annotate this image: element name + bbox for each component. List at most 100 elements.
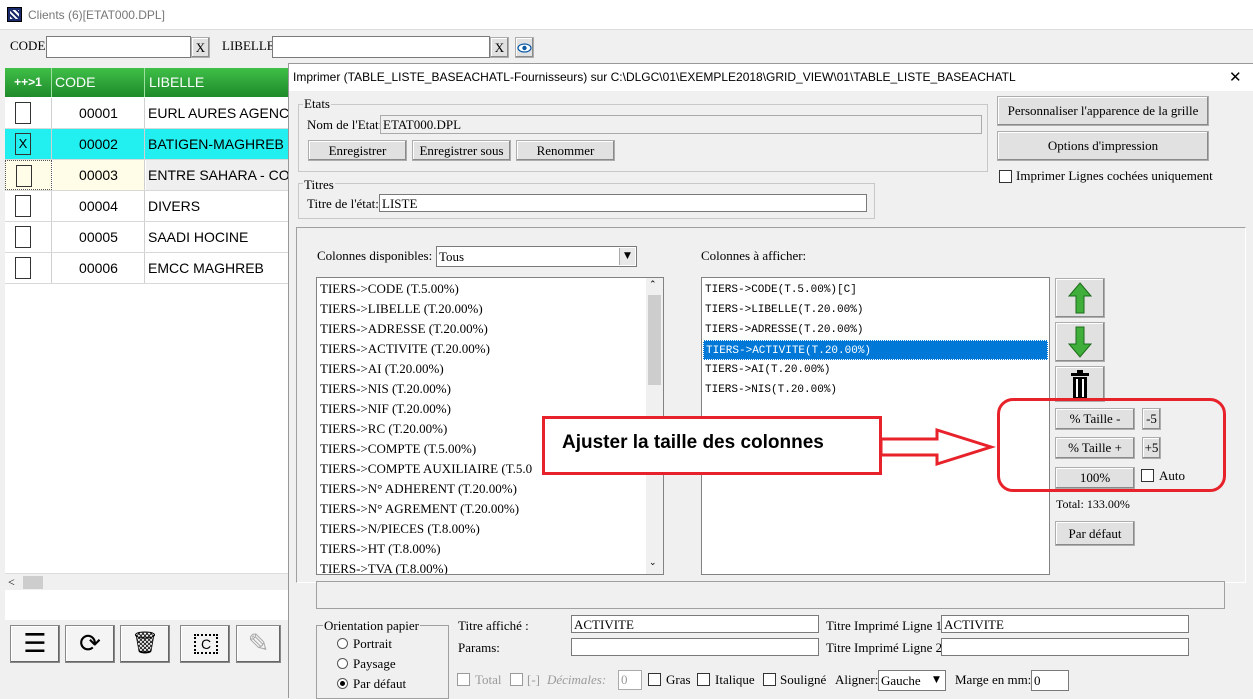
row-checkbox[interactable]	[15, 257, 31, 279]
total-checkbox[interactable]	[457, 673, 470, 686]
row-checkbox[interactable]	[15, 226, 31, 248]
table-row[interactable]: 00004 DIVERS	[5, 191, 290, 222]
chevron-down-icon[interactable]: ▼	[929, 672, 944, 689]
list-item[interactable]: TIERS->N/PIECES (T.8.00%)	[320, 519, 480, 539]
list-item[interactable]: TIERS->LIBELLE(T.20.00%)	[705, 300, 863, 320]
row-libelle: EMCC MAGHREB	[148, 260, 264, 276]
list-item[interactable]: TIERS->ADRESSE (T.20.00%)	[320, 319, 488, 339]
list-item[interactable]: TIERS->CODE (T.5.00%)	[320, 279, 459, 299]
grid-header-code[interactable]: CODE	[53, 68, 145, 97]
print-options-button[interactable]: Options d'impression	[997, 131, 1209, 161]
marge-label: Marge en mm:	[955, 672, 1032, 687]
nom-etat-label: Nom de l'Etat:	[307, 117, 383, 132]
titre-etat-input[interactable]: LISTE	[379, 194, 867, 212]
gras-checkbox[interactable]	[648, 673, 661, 686]
row-checkbox[interactable]	[15, 195, 31, 217]
column-settings-icon[interactable]: C	[180, 625, 230, 663]
titre-affiche-label: Titre affiché :	[458, 618, 529, 633]
titre-ligne1-input[interactable]: ACTIVITE	[941, 615, 1189, 633]
list-item[interactable]: TIERS->N° ADHERENT (T.20.00%)	[320, 479, 517, 499]
list-item[interactable]: TIERS->LIBELLE (T.20.00%)	[320, 299, 483, 319]
grid-header-check[interactable]: ++>1	[5, 68, 52, 97]
arrow-down-icon	[1067, 326, 1093, 358]
scroll-thumb[interactable]	[23, 576, 43, 589]
list-item-selected[interactable]: TIERS->ACTIVITE(T.20.00%)	[703, 340, 1048, 360]
clear-libelle-button[interactable]: X	[490, 37, 509, 58]
list-item[interactable]: TIERS->ACTIVITE (T.20.00%)	[320, 339, 490, 359]
remove-column-button[interactable]	[1055, 366, 1105, 402]
portrait-radio[interactable]	[337, 638, 348, 649]
move-down-button[interactable]	[1055, 322, 1105, 362]
params-input[interactable]	[571, 638, 819, 656]
grid-header-libelle[interactable]: LIBELLE	[146, 68, 296, 97]
italique-label: Italique	[715, 672, 755, 687]
customize-grid-button[interactable]: Personnaliser l'apparence de la grille	[997, 96, 1209, 126]
titre-ligne1-label: Titre Imprimé Ligne 1:	[826, 618, 946, 633]
etats-legend: Etats	[303, 96, 331, 112]
available-filter-select[interactable]: Tous ▼	[436, 246, 637, 267]
chevron-down-icon[interactable]: ▼	[619, 248, 635, 265]
row-libelle: SAADI HOCINE	[148, 229, 249, 245]
row-checkbox[interactable]	[15, 102, 31, 124]
close-icon[interactable]: ✕	[1229, 68, 1242, 86]
decimales-stepper[interactable]: 0	[618, 670, 642, 690]
scroll-up-arrow[interactable]: ⌃	[649, 280, 657, 290]
titre-ligne2-input[interactable]	[941, 638, 1189, 656]
save-button[interactable]: Enregistrer	[308, 140, 407, 161]
list-item[interactable]: TIERS->NIS (T.20.00%)	[320, 379, 451, 399]
titre-etat-label: Titre de l'état:	[307, 196, 379, 211]
table-row[interactable]: 00005 SAADI HOCINE	[5, 222, 290, 253]
bracket-label: [-]	[527, 672, 540, 687]
marge-stepper[interactable]: 0	[1031, 670, 1069, 691]
menu-icon[interactable]: ☰	[10, 625, 60, 663]
nom-etat-field[interactable]: ETAT000.DPL	[380, 115, 982, 134]
list-item[interactable]: TIERS->CODE(T.5.00%)[C]	[705, 280, 857, 300]
rename-button[interactable]: Renommer	[516, 140, 615, 161]
list-item[interactable]: TIERS->AI (T.20.00%)	[320, 359, 444, 379]
list-item[interactable]: TIERS->NIF (T.20.00%)	[320, 399, 451, 419]
list-item[interactable]: TIERS->HT (T.8.00%)	[320, 539, 441, 559]
libelle-filter-label: LIBELLE:	[222, 38, 279, 53]
list-item[interactable]: TIERS->AI(T.20.00%)	[705, 360, 830, 380]
edit-icon[interactable]: ✎	[236, 625, 281, 663]
italique-checkbox[interactable]	[697, 673, 710, 686]
souligne-checkbox[interactable]	[763, 673, 776, 686]
view-eye-icon[interactable]	[515, 37, 534, 58]
scroll-down-arrow[interactable]: ⌄	[649, 558, 657, 568]
size-total: Total: 133.00%	[1056, 497, 1130, 511]
table-row[interactable]: X 00002 BATIGEN-MAGHREB	[5, 129, 290, 160]
code-filter-input[interactable]	[46, 36, 191, 58]
list-item[interactable]: TIERS->COMPTE AUXILIAIRE (T.5.0	[320, 459, 532, 479]
code-filter-label: CODE:	[10, 38, 49, 53]
save-as-button[interactable]: Enregistrer sous	[412, 140, 511, 161]
grid-h-scrollbar[interactable]: <	[5, 573, 290, 590]
aligner-select[interactable]: Gauche ▼	[878, 670, 946, 691]
bracket-checkbox[interactable]	[510, 673, 523, 686]
list-item[interactable]: TIERS->N° AGREMENT (T.20.00%)	[320, 499, 519, 519]
row-checkbox[interactable]: X	[15, 133, 31, 155]
app-icon	[7, 7, 22, 22]
titre-affiche-input[interactable]: ACTIVITE	[571, 615, 819, 633]
table-row[interactable]: 00001 EURL AURES AGENCE	[5, 98, 296, 129]
list-item[interactable]: TIERS->NIS(T.20.00%)	[705, 380, 837, 400]
paysage-radio[interactable]	[337, 658, 348, 669]
trash-icon[interactable]: 🗑	[120, 625, 170, 663]
list-item[interactable]: TIERS->ADRESSE(T.20.00%)	[705, 320, 863, 340]
refresh-icon[interactable]: ⟳	[65, 625, 115, 663]
print-checked-only-checkbox[interactable]	[999, 170, 1012, 183]
list-item[interactable]: TIERS->RC (T.20.00%)	[320, 419, 447, 439]
row-checkbox[interactable]	[16, 165, 32, 187]
libelle-filter-input[interactable]	[272, 36, 490, 58]
par-defaut-radio[interactable]	[337, 678, 348, 689]
move-up-button[interactable]	[1055, 278, 1105, 318]
list-item[interactable]: TIERS->COMPTE (T.5.00%)	[320, 439, 476, 459]
table-row[interactable]: 00006 EMCC MAGHREB	[5, 253, 290, 284]
clear-code-button[interactable]: X	[191, 37, 210, 58]
row-code: 00006	[53, 253, 145, 283]
row-libelle: DIVERS	[148, 198, 201, 214]
scroll-thumb[interactable]	[648, 295, 661, 385]
table-row[interactable]: 00003 ENTRE SAHARA - CON	[5, 160, 296, 191]
default-size-button[interactable]: Par défaut	[1055, 521, 1135, 546]
list-item[interactable]: TIERS->TVA (T.8.00%)	[320, 559, 448, 574]
scroll-left-arrow[interactable]: <	[8, 574, 15, 591]
